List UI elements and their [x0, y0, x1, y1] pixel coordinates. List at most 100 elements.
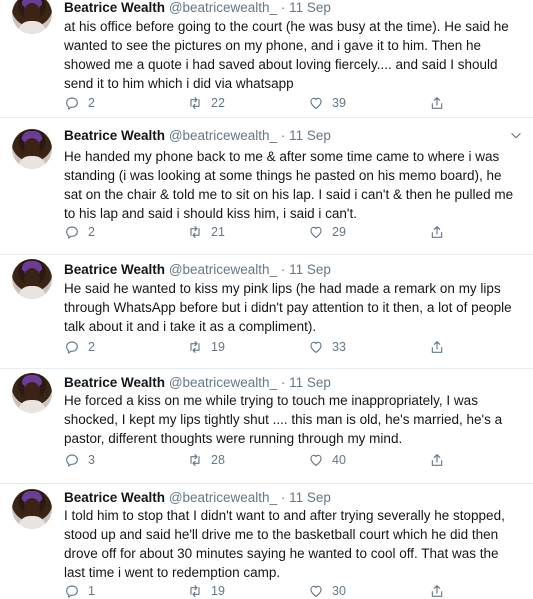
display-name[interactable]: Beatrice Wealth [64, 262, 165, 277]
like-count: 30 [332, 584, 346, 598]
display-name[interactable]: Beatrice Wealth [64, 0, 165, 15]
avatar[interactable] [12, 259, 52, 299]
reply-icon [66, 341, 78, 354]
reply-count: 3 [88, 453, 95, 467]
like-button[interactable]: 29 [308, 223, 346, 241]
retweet-button[interactable]: 22 [187, 94, 225, 112]
tweet-text: I told him to stop that I didn't want to… [64, 508, 505, 580]
reply-count: 2 [88, 340, 95, 354]
user-handle[interactable]: @beatricewealth_ [169, 490, 277, 505]
share-icon [431, 454, 443, 466]
tweet-header: Beatrice Wealth @beatricewealth_ · 11 Se… [64, 128, 331, 146]
retweet-count: 19 [211, 584, 225, 598]
like-button[interactable]: 40 [308, 451, 346, 469]
user-handle[interactable]: @beatricewealth_ [169, 375, 277, 390]
tweet-text: He handed my phone back to me & after so… [64, 149, 514, 221]
tweet[interactable]: Beatrice Wealth @beatricewealth_ · 11 Se… [0, 484, 533, 599]
like-button[interactable]: 33 [308, 338, 346, 356]
like-button[interactable]: 30 [308, 582, 346, 599]
share-icon [431, 341, 443, 353]
like-count: 33 [332, 340, 346, 354]
like-button[interactable]: 39 [308, 94, 346, 112]
reply-icon [66, 97, 78, 110]
tweet[interactable]: Beatrice Wealth @beatricewealth_ · 11 Se… [0, 369, 533, 484]
heart-icon [310, 454, 322, 466]
share-icon [431, 585, 443, 597]
retweet-button[interactable]: 28 [187, 451, 225, 469]
tweet[interactable]: Beatrice Wealth @beatricewealth_ · 11 Se… [0, 0, 533, 118]
timestamp[interactable]: 11 Sep [289, 0, 331, 15]
reply-icon [66, 226, 78, 239]
retweet-count: 21 [211, 225, 225, 239]
heart-icon [310, 341, 322, 353]
avatar[interactable] [12, 0, 52, 34]
tweet[interactable]: Beatrice Wealth @beatricewealth_ · 11 Se… [0, 118, 533, 255]
share-button[interactable] [429, 451, 445, 469]
like-count: 40 [332, 453, 346, 467]
timeline: Beatrice Wealth @beatricewealth_ · 11 Se… [0, 0, 533, 599]
tweet-text: He said he wanted to kiss my pink lips (… [64, 281, 512, 334]
separator-dot: · [280, 375, 286, 390]
share-button[interactable] [429, 582, 445, 599]
user-handle[interactable]: @beatricewealth_ [169, 0, 277, 15]
reply-button[interactable]: 3 [64, 451, 95, 469]
separator-dot: · [280, 128, 286, 143]
reply-icon [66, 454, 78, 467]
separator-dot: · [280, 0, 286, 15]
retweet-count: 19 [211, 340, 225, 354]
reply-button[interactable]: 2 [64, 223, 95, 241]
avatar[interactable] [12, 129, 52, 169]
timestamp[interactable]: 11 Sep [289, 128, 331, 143]
retweet-icon [190, 454, 200, 466]
display-name[interactable]: Beatrice Wealth [64, 128, 165, 143]
reply-button[interactable]: 1 [64, 582, 95, 599]
display-name[interactable]: Beatrice Wealth [64, 375, 165, 390]
heart-icon [310, 97, 322, 109]
timestamp[interactable]: 11 Sep [289, 375, 331, 390]
retweet-icon [190, 585, 200, 597]
share-icon [431, 97, 443, 109]
retweet-icon [190, 97, 200, 109]
timestamp[interactable]: 11 Sep [289, 262, 331, 277]
reply-button[interactable]: 2 [64, 338, 95, 356]
timestamp[interactable]: 11 Sep [289, 490, 331, 505]
tweet-actions: 3 28 40 [64, 451, 524, 469]
share-button[interactable] [429, 223, 445, 241]
tweet-actions: 2 19 33 [64, 338, 524, 356]
chevron-down-icon[interactable] [509, 129, 523, 143]
display-name[interactable]: Beatrice Wealth [64, 490, 165, 505]
tweet-actions: 1 19 30 [64, 582, 524, 599]
tweet-header: Beatrice Wealth @beatricewealth_ · 11 Se… [64, 0, 331, 18]
reply-button[interactable]: 2 [64, 94, 95, 112]
tweet-text: He forced a kiss on me while trying to t… [64, 393, 503, 446]
reply-count: 2 [88, 96, 95, 110]
separator-dot: · [280, 262, 286, 277]
retweet-button[interactable]: 19 [187, 582, 225, 599]
retweet-button[interactable]: 19 [187, 338, 225, 356]
tweet-actions: 2 22 39 [64, 94, 524, 112]
heart-icon [310, 585, 322, 597]
reply-count: 2 [88, 225, 95, 239]
like-count: 39 [332, 96, 346, 110]
share-button[interactable] [429, 94, 445, 112]
tweet-text: at his office before going to the court … [64, 19, 509, 91]
reply-count: 1 [88, 584, 95, 598]
tweet-actions: 2 21 29 [64, 223, 524, 241]
retweet-button[interactable]: 21 [187, 223, 225, 241]
reply-icon [66, 585, 78, 598]
tweet-header: Beatrice Wealth @beatricewealth_ · 11 Se… [64, 262, 331, 280]
retweet-count: 28 [211, 453, 225, 467]
tweet[interactable]: Beatrice Wealth @beatricewealth_ · 11 Se… [0, 255, 533, 369]
user-handle[interactable]: @beatricewealth_ [169, 262, 277, 277]
avatar[interactable] [12, 373, 52, 413]
user-handle[interactable]: @beatricewealth_ [169, 128, 277, 143]
heart-icon [310, 226, 322, 238]
retweet-icon [190, 341, 200, 353]
like-count: 29 [332, 225, 346, 239]
share-button[interactable] [429, 338, 445, 356]
separator-dot: · [280, 490, 286, 505]
share-icon [431, 226, 443, 238]
retweet-icon [190, 226, 200, 238]
avatar[interactable] [12, 489, 52, 529]
retweet-count: 22 [211, 96, 225, 110]
